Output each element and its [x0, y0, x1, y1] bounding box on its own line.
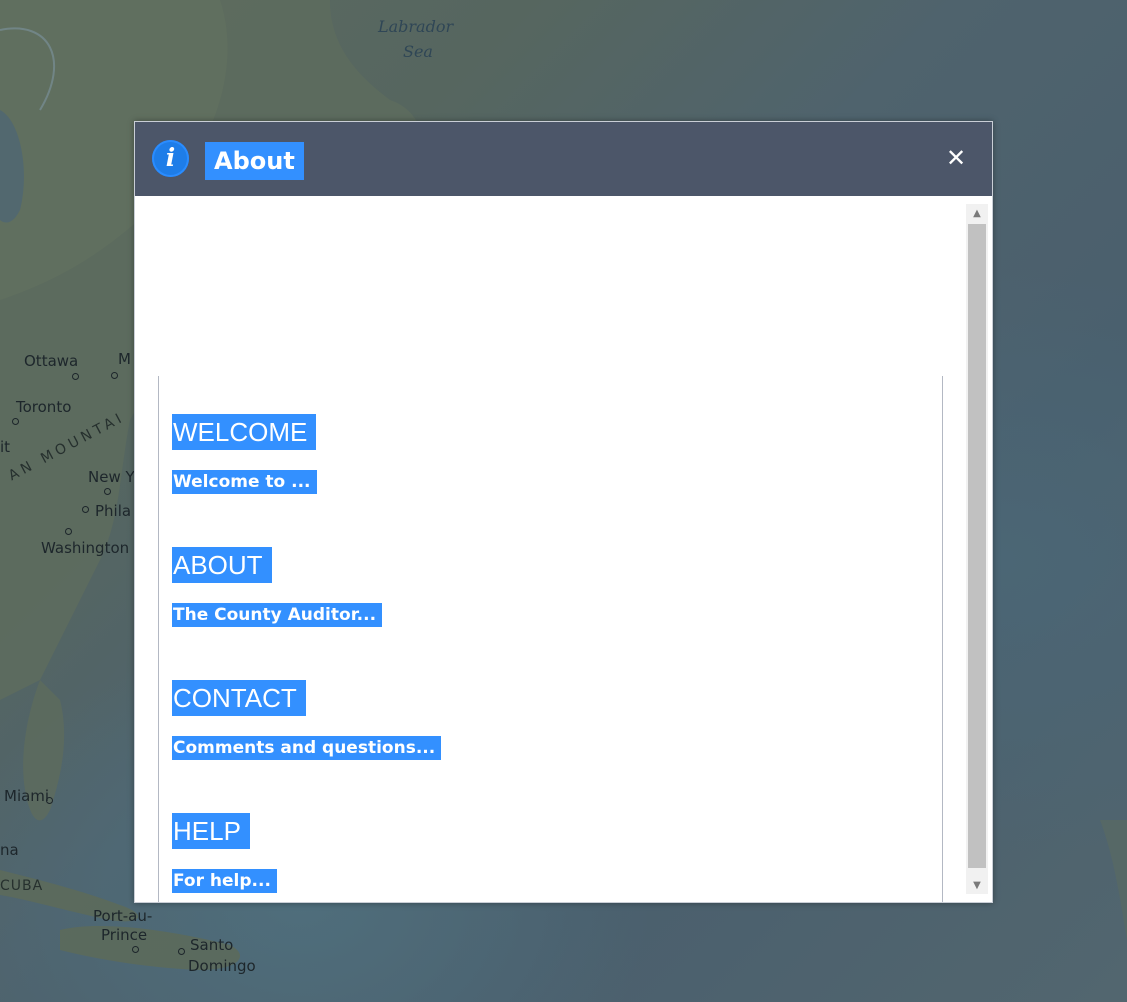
about-dialog: i About ✕ WELCOME Welcome to ... ABOUT T…	[134, 121, 993, 903]
map-label-sea: Sea	[403, 42, 433, 61]
city-dot-new-york	[104, 488, 111, 495]
section-heading-contact: CONTACT	[172, 680, 306, 716]
vertical-scrollbar[interactable]: ▲ ▼	[966, 204, 988, 894]
dialog-content-scroll[interactable]: WELCOME Welcome to ... ABOUT The County …	[135, 196, 992, 902]
map-label-prince: Prince	[101, 926, 148, 944]
scroll-up-icon: ▲	[973, 207, 981, 219]
city-dot-port-au-prince	[132, 946, 139, 953]
info-glyph: i	[165, 143, 176, 172]
section-text-contact: Comments and questions...	[172, 736, 442, 760]
section-text-welcome: Welcome to ...	[172, 470, 317, 494]
section-heading-about: ABOUT	[172, 547, 272, 583]
section-text-about: The County Auditor...	[172, 603, 383, 627]
city-dot-toronto	[12, 418, 19, 425]
map-label-miami: Miami	[4, 787, 50, 805]
map-label-havana: na	[0, 841, 19, 859]
dialog-title: About	[205, 142, 304, 180]
close-button[interactable]: ✕	[944, 144, 968, 172]
scroll-down-button[interactable]: ▼	[966, 876, 988, 894]
city-dot-miami	[46, 797, 53, 804]
map-label-philadelphia: Phila	[95, 502, 132, 520]
map-label-cuba: CUBA	[0, 878, 44, 894]
map-label-montreal: M	[118, 350, 131, 368]
scroll-down-icon: ▼	[973, 879, 981, 891]
info-icon: i	[152, 140, 189, 177]
section-heading-help: HELP	[172, 813, 250, 849]
content-panel: WELCOME Welcome to ... ABOUT The County …	[158, 376, 943, 902]
dialog-header[interactable]: i About ✕	[135, 122, 992, 196]
section-text-help: For help...	[172, 869, 277, 893]
city-dot-ottawa	[72, 373, 79, 380]
city-dot-philadelphia	[82, 506, 89, 513]
map-label-labrador: Labrador	[378, 17, 454, 36]
map-label-ottawa: Ottawa	[24, 352, 79, 370]
scroll-thumb[interactable]	[968, 224, 986, 868]
section-heading-welcome: WELCOME	[172, 414, 317, 450]
land-east-edge	[1100, 820, 1127, 940]
scroll-up-button[interactable]: ▲	[966, 204, 988, 222]
city-dot-santo-domingo	[178, 948, 185, 955]
map-label-domingo: Domingo	[188, 957, 256, 975]
map-label-detroit: it	[0, 438, 11, 456]
map-label-port-au: Port-au-	[93, 907, 153, 925]
map-label-new-york: New Y	[88, 468, 135, 486]
map-label-santo: Santo	[190, 936, 234, 954]
map-label-washington: Washington	[41, 539, 130, 557]
city-dot-montreal	[111, 372, 118, 379]
city-dot-washington	[65, 528, 72, 535]
map-label-toronto: Toronto	[16, 398, 72, 416]
close-icon: ✕	[945, 144, 967, 172]
